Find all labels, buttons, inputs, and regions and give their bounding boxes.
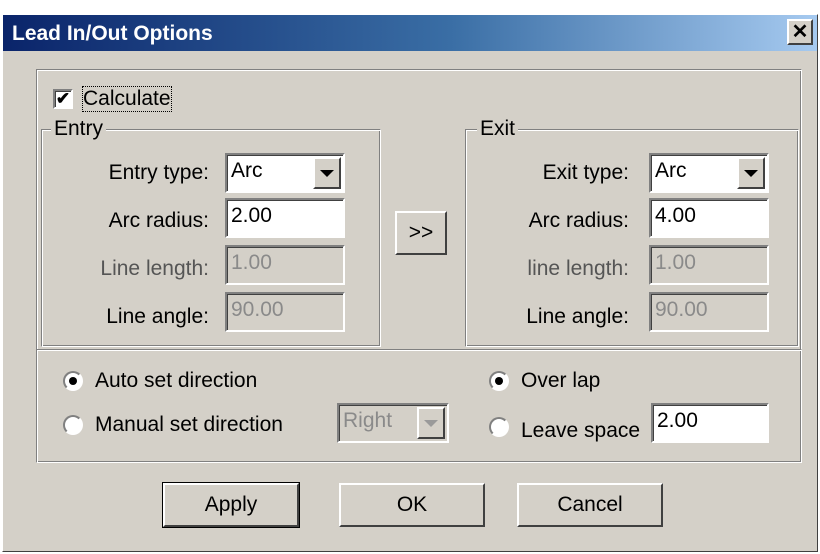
over-lap-radio[interactable] (489, 371, 509, 391)
manual-direction-radio[interactable] (63, 415, 83, 435)
leave-space-radio[interactable] (489, 417, 509, 437)
entry-line-angle-input: 90.00 (225, 292, 345, 332)
chevron-down-icon[interactable] (737, 157, 765, 189)
calculate-checkbox[interactable]: ✔ (53, 89, 73, 109)
chevron-down-icon (417, 407, 445, 439)
auto-direction-label[interactable]: Auto set direction (95, 369, 257, 393)
direction-side-value: Right (343, 409, 393, 432)
close-icon: ✕ (791, 21, 809, 43)
title-bar[interactable]: Lead In/Out Options ✕ (3, 15, 817, 51)
direction-side-select: Right (337, 403, 449, 443)
calculate-label[interactable]: Calculate (82, 86, 172, 112)
entry-type-label: Entry type: (108, 161, 209, 184)
exit-line-angle-label: Line angle: (526, 305, 629, 328)
ok-button[interactable]: OK (339, 483, 485, 527)
exit-line-length-input: 1.00 (649, 245, 769, 285)
leave-space-label[interactable]: Leave space (521, 419, 640, 443)
radio-selected-dot (495, 377, 503, 385)
exit-line-angle-input: 90.00 (649, 292, 769, 332)
check-icon: ✔ (55, 89, 71, 108)
entry-line-length-label: Line length: (100, 257, 209, 280)
close-button[interactable]: ✕ (787, 19, 813, 45)
entry-type-select[interactable]: Arc (225, 153, 345, 193)
entry-type-value: Arc (231, 159, 263, 182)
dialog-title: Lead In/Out Options (12, 22, 213, 45)
cancel-button[interactable]: Cancel (517, 483, 663, 527)
exit-line-length-label: line length: (527, 257, 629, 280)
leave-space-input[interactable]: 2.00 (651, 403, 769, 443)
exit-arc-radius-label: Arc radius: (528, 209, 629, 232)
entry-arc-radius-input[interactable]: 2.00 (225, 198, 345, 238)
entry-line-angle-label: Line angle: (106, 305, 209, 328)
copy-button-label: >> (408, 221, 434, 244)
lead-in-out-dialog: Lead In/Out Options ✕ ✔ Calculate Entry … (2, 14, 818, 552)
apply-button[interactable]: Apply (162, 482, 300, 528)
cancel-button-label: Cancel (557, 493, 623, 516)
entry-line-length-input: 1.00 (225, 245, 345, 285)
exit-type-select[interactable]: Arc (649, 153, 769, 193)
ok-button-label: OK (396, 493, 428, 516)
exit-arc-radius-input[interactable]: 4.00 (649, 198, 769, 238)
entry-group-label: Entry (51, 117, 107, 141)
radio-selected-dot (69, 377, 77, 385)
apply-button-label: Apply (204, 493, 258, 516)
copy-entry-to-exit-button[interactable]: >> (395, 211, 447, 255)
exit-type-label: Exit type: (542, 161, 629, 184)
entry-arc-radius-label: Arc radius: (108, 209, 209, 232)
exit-type-value: Arc (655, 159, 687, 182)
auto-direction-radio[interactable] (63, 371, 83, 391)
exit-group-label: Exit (477, 117, 519, 141)
over-lap-label[interactable]: Over lap (521, 369, 600, 393)
manual-direction-label[interactable]: Manual set direction (95, 413, 283, 437)
chevron-down-icon[interactable] (313, 157, 341, 189)
